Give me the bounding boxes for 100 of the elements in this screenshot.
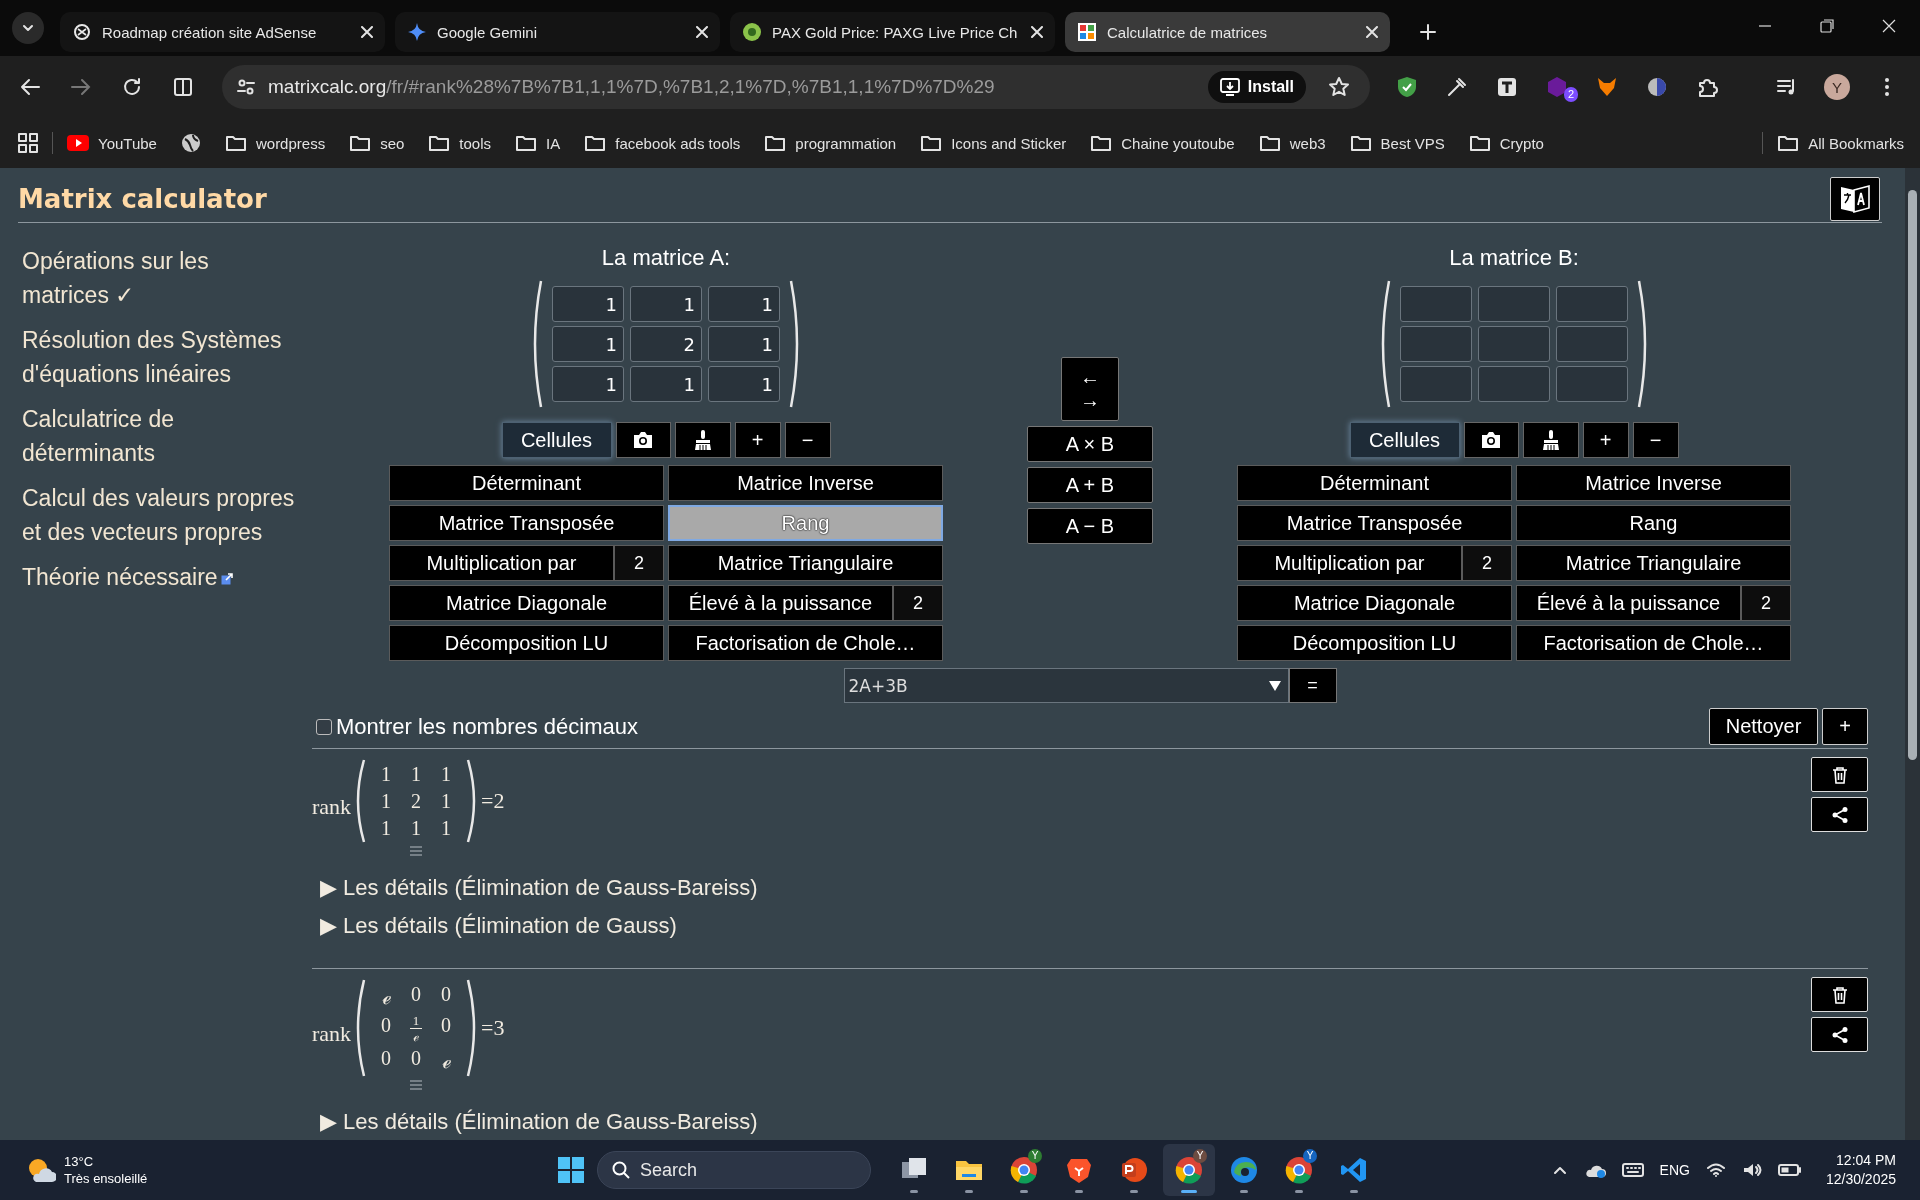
matrix-cell-field[interactable] bbox=[1400, 326, 1472, 362]
size-button[interactable]: − bbox=[784, 422, 831, 458]
cube-icon[interactable] bbox=[1545, 75, 1569, 99]
broom-button[interactable] bbox=[674, 422, 731, 458]
sidebar-link[interactable]: Résolution des Systèmes d'équations linéaires bbox=[22, 323, 298, 391]
matrix-cell-field[interactable] bbox=[1556, 286, 1628, 322]
details-toggle[interactable]: ▶ Les détails (Élimination de Gauss-Bareiss) bbox=[320, 1103, 758, 1140]
operation-button[interactable]: A × B bbox=[1027, 426, 1153, 462]
apps-icon[interactable] bbox=[18, 133, 38, 153]
matrix-cell-field[interactable] bbox=[1478, 286, 1550, 322]
operation-button[interactable]: A − B bbox=[1027, 508, 1153, 544]
operation-button[interactable]: Rang bbox=[1516, 505, 1791, 541]
clock[interactable]: 12:04 PM 12/30/2025 bbox=[1825, 1151, 1896, 1189]
operation-button[interactable]: Matrice Inverse bbox=[1516, 465, 1791, 501]
matrix-cell-field[interactable] bbox=[1478, 326, 1550, 362]
add-button[interactable]: + bbox=[1822, 708, 1868, 745]
sidebar-link[interactable]: Opérations sur les matrices ✓ bbox=[22, 244, 298, 312]
search-box[interactable]: Search bbox=[597, 1151, 871, 1189]
matrix-cell-field[interactable]: 1 bbox=[630, 286, 702, 322]
bookmark[interactable]: Best VPS bbox=[1349, 134, 1445, 152]
operation-button[interactable]: Déterminant bbox=[389, 465, 664, 501]
expression-field[interactable]: 2A+3B bbox=[843, 668, 1289, 703]
operation-button[interactable]: Multiplication par bbox=[1237, 545, 1462, 581]
site-settings-icon[interactable] bbox=[236, 77, 256, 97]
matrix-cell-field[interactable]: 1 bbox=[708, 366, 780, 402]
reload-icon[interactable] bbox=[121, 76, 143, 98]
close-icon[interactable] bbox=[696, 26, 708, 38]
address-bar[interactable]: matrixcalc.org/fr/#rank%28%7B%7B1,1,1%7D,%7B1,2,1%7D,%7B1,1,1%7D%7D%29 Install bbox=[222, 65, 1370, 109]
matrix-cell-field[interactable]: 1 bbox=[552, 366, 624, 402]
bookmark[interactable]: Chaine youtoube bbox=[1090, 134, 1235, 152]
drag-handle-icon[interactable] bbox=[409, 845, 424, 857]
operation-button[interactable]: Factorisation de Chole… bbox=[668, 625, 943, 661]
taskbar-app[interactable]: Y bbox=[998, 1144, 1050, 1196]
operation-button[interactable]: Matrice Transposée bbox=[389, 505, 664, 541]
taskbar-app[interactable]: Y bbox=[1273, 1144, 1325, 1196]
camera-button[interactable] bbox=[1463, 422, 1519, 458]
details-toggle[interactable]: ▶ Les détails (Élimination de Gauss-Bareiss) bbox=[320, 869, 758, 907]
cells-button[interactable]: Cellules bbox=[1349, 422, 1460, 458]
operation-button[interactable]: A + B bbox=[1027, 467, 1153, 503]
delete-button[interactable] bbox=[1811, 977, 1868, 1012]
wifi-icon[interactable] bbox=[1705, 1162, 1726, 1178]
matrix-cell-field[interactable] bbox=[1556, 326, 1628, 362]
matrix-cell-field[interactable]: 2 bbox=[630, 326, 702, 362]
operation-button[interactable]: Décomposition LU bbox=[1237, 625, 1512, 661]
start-icon[interactable] bbox=[558, 1157, 584, 1183]
tab-list-button[interactable] bbox=[12, 12, 44, 44]
language-indicator[interactable]: ENG bbox=[1659, 1162, 1690, 1178]
all-bookmarks[interactable]: All Bookmarks bbox=[1777, 134, 1904, 152]
operation-button[interactable]: Factorisation de Chole… bbox=[1516, 625, 1791, 661]
taskbar-app[interactable]: Y bbox=[1163, 1144, 1215, 1196]
number-field[interactable]: 2 bbox=[614, 545, 664, 581]
checkbox[interactable] bbox=[316, 718, 332, 735]
sidebar-link[interactable]: Théorie nécessaire bbox=[22, 560, 298, 594]
close-icon[interactable] bbox=[1366, 26, 1378, 38]
translate-button[interactable] bbox=[1830, 177, 1880, 221]
size-button[interactable]: + bbox=[1582, 422, 1629, 458]
sidebar-link[interactable]: Calcul des valeurs propres et des vecteurs propres bbox=[22, 481, 298, 549]
t-box-icon[interactable] bbox=[1495, 75, 1519, 99]
battery-icon[interactable] bbox=[1777, 1163, 1802, 1177]
swap-button[interactable]: ← → bbox=[1061, 357, 1119, 421]
profile-button[interactable]: Y bbox=[1824, 74, 1850, 100]
half-circle-icon[interactable] bbox=[1645, 75, 1669, 99]
operation-button[interactable]: Matrice Transposée bbox=[1237, 505, 1512, 541]
camera-button[interactable] bbox=[615, 422, 671, 458]
matrix-cell-field[interactable] bbox=[1400, 286, 1472, 322]
operation-button[interactable]: Matrice Diagonale bbox=[389, 585, 664, 621]
operation-button[interactable]: Matrice Triangulaire bbox=[668, 545, 943, 581]
matrix-cell-field[interactable]: 1 bbox=[552, 326, 624, 362]
globe-icon[interactable] bbox=[180, 133, 201, 153]
bookmark[interactable]: web3 bbox=[1258, 134, 1326, 152]
bookmark[interactable]: tools bbox=[428, 134, 492, 152]
star-icon[interactable] bbox=[1328, 76, 1350, 98]
details-toggle[interactable]: ▶ Les détails (Élimination de Gauss) bbox=[320, 907, 677, 945]
matrix-cell-field[interactable] bbox=[1478, 366, 1550, 402]
share-button[interactable] bbox=[1811, 1017, 1868, 1052]
bookmark[interactable]: programmation bbox=[764, 134, 897, 152]
keyboard-icon[interactable] bbox=[1621, 1162, 1644, 1178]
matrix-cell-field[interactable]: 1 bbox=[552, 286, 624, 322]
bookmark[interactable]: Icons and Sticker bbox=[920, 134, 1067, 152]
drag-handle-icon[interactable] bbox=[409, 1079, 424, 1091]
bookmark[interactable]: wordpress bbox=[224, 134, 326, 152]
operation-button[interactable]: Décomposition LU bbox=[389, 625, 664, 661]
shield-icon[interactable] bbox=[1395, 75, 1419, 99]
number-field[interactable]: 2 bbox=[1741, 585, 1791, 621]
bookmark[interactable]: IA bbox=[515, 134, 561, 152]
new-tab-icon[interactable] bbox=[1420, 24, 1436, 40]
size-button[interactable]: + bbox=[734, 422, 781, 458]
matrix-cell-field[interactable]: 1 bbox=[630, 366, 702, 402]
menu-icon[interactable] bbox=[1884, 76, 1890, 98]
clear-button[interactable]: Nettoyer bbox=[1708, 708, 1819, 745]
browser-tab[interactable]: Google Gemini bbox=[395, 12, 720, 52]
browser-tab[interactable]: Calculatrice de matrices bbox=[1065, 12, 1390, 52]
close-icon[interactable] bbox=[1881, 18, 1897, 34]
broom-button[interactable] bbox=[1522, 422, 1579, 458]
matrix-cell-field[interactable] bbox=[1556, 366, 1628, 402]
forward-icon[interactable] bbox=[70, 76, 92, 98]
close-icon[interactable] bbox=[1031, 26, 1043, 38]
scrollbar[interactable] bbox=[1905, 168, 1920, 1140]
share-button[interactable] bbox=[1811, 797, 1868, 832]
operation-button[interactable]: Matrice Triangulaire bbox=[1516, 545, 1791, 581]
